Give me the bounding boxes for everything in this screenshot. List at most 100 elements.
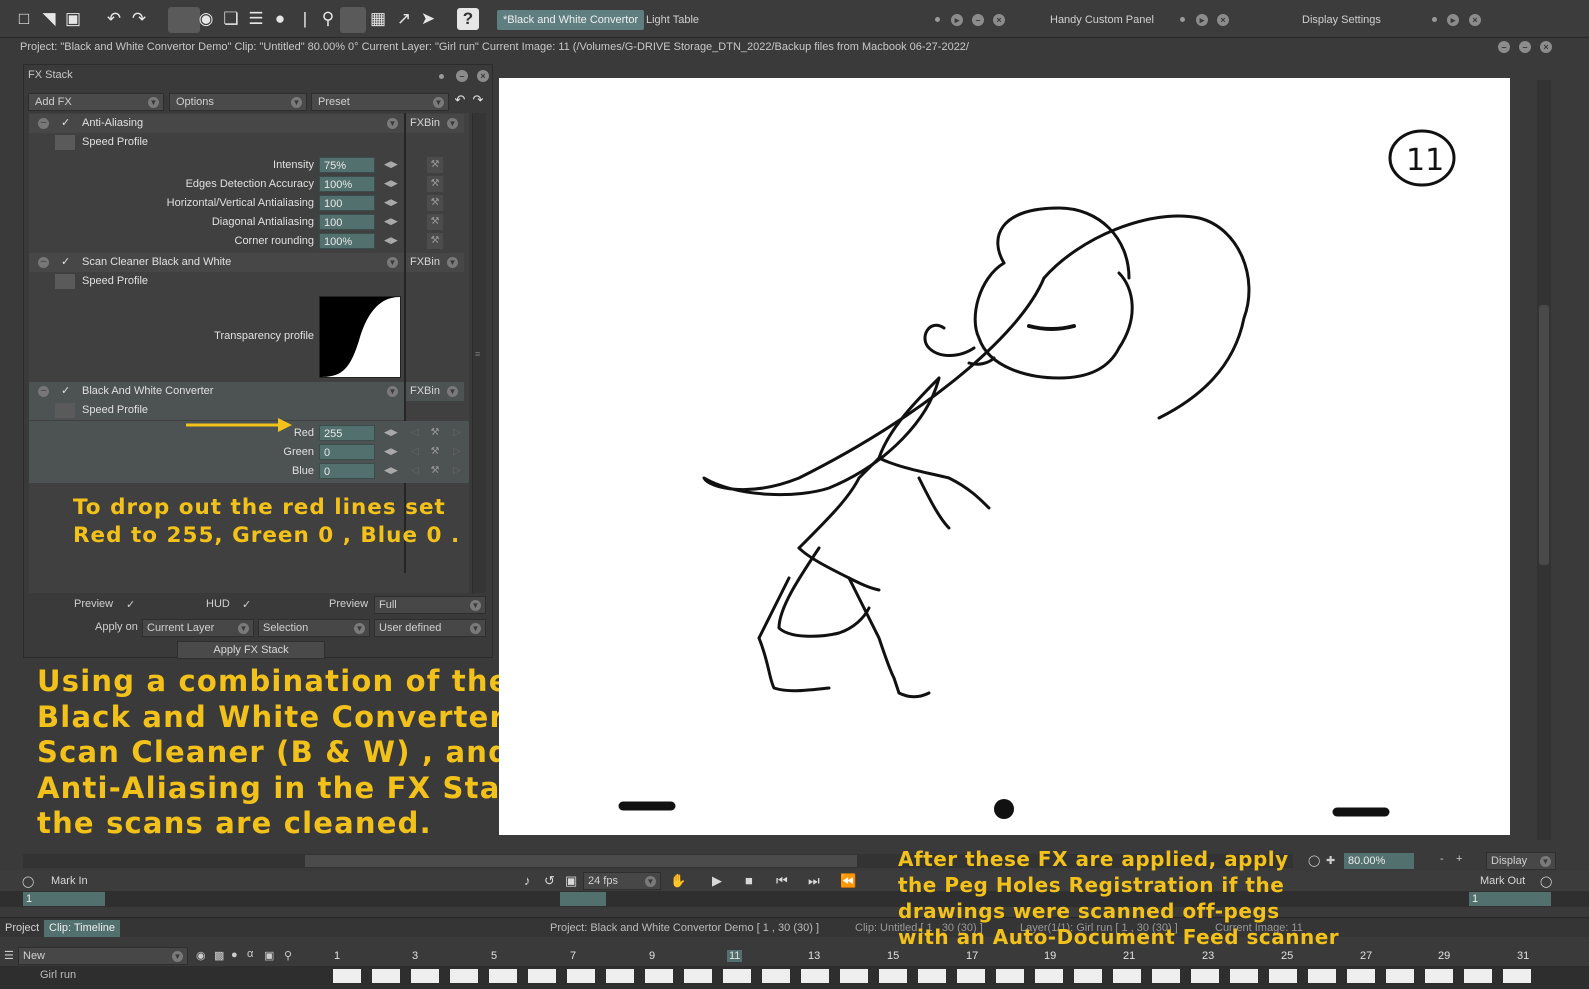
selection-dropdown[interactable]: Selection ▼ <box>258 619 370 637</box>
slider-arrows-icon[interactable]: ◀▶ <box>384 159 398 170</box>
prev-key-icon[interactable]: ◁ <box>411 465 419 476</box>
prev-frame-icon[interactable]: ⏪ <box>840 873 856 889</box>
speed-profile-row[interactable]: Speed Profile <box>29 133 404 152</box>
tab-light-table[interactable]: Light Table <box>640 10 705 30</box>
range-icon[interactable]: ▣ <box>565 873 577 889</box>
param-value-field[interactable]: 0 <box>319 444 375 460</box>
slider-arrows-icon[interactable]: ◀▶ <box>384 197 398 208</box>
zoom-field[interactable]: 80.00% <box>1344 853 1414 869</box>
options-dropdown[interactable]: Options ▼ <box>169 93 307 111</box>
transparency-curve[interactable] <box>319 296 401 378</box>
fps-dropdown[interactable]: 24 fps ▼ <box>583 872 661 890</box>
panel-menu-icon[interactable] <box>935 17 940 22</box>
scroll-thumb[interactable] <box>1539 305 1549 565</box>
library-icon[interactable]: ▦ <box>366 7 390 31</box>
viewer-vertical-scrollbar[interactable] <box>1537 80 1551 840</box>
save-icon[interactable]: ▣ <box>61 7 85 31</box>
panel-forward-icon[interactable]: ▸ <box>1196 14 1208 26</box>
param-value-field[interactable]: 100% <box>319 233 375 249</box>
mark-in-icon[interactable]: ◯ <box>22 875 34 888</box>
wrench-icon[interactable]: ⚒ <box>427 425 443 441</box>
loop-icon[interactable]: ↺ <box>544 873 555 889</box>
play-icon[interactable]: ▶ <box>712 873 722 889</box>
user-defined-dropdown[interactable]: User defined ▼ <box>374 619 486 637</box>
eye-icon[interactable]: ◉ <box>196 949 206 962</box>
speed-profile-checkbox[interactable] <box>55 274 75 289</box>
fx-scan-cleaner-header[interactable]: – ✓ Scan Cleaner Black and White ▼ <box>29 253 404 272</box>
wrench-icon[interactable]: ⚒ <box>427 157 443 173</box>
layer-cells[interactable] <box>333 969 1533 983</box>
fx-wand-icon[interactable] <box>340 7 366 33</box>
redo-icon[interactable]: ↷ <box>127 7 151 31</box>
preview-mode-dropdown[interactable]: Full ▼ <box>374 596 486 614</box>
fx-bw-converter-header[interactable]: – ✓ Black And White Converter ▼ <box>29 382 404 401</box>
next-key-icon[interactable]: ▷ <box>453 446 461 457</box>
alpha-icon[interactable]: α <box>247 948 253 960</box>
send-icon[interactable]: ➤ <box>416 7 440 31</box>
mark-out-icon[interactable]: ◯ <box>1540 875 1552 888</box>
speed-profile-row[interactable]: Speed Profile <box>29 272 404 291</box>
fxbin-dropdown[interactable]: FXBin ▼ <box>406 382 464 401</box>
collapse-icon[interactable]: – <box>38 118 49 129</box>
check-icon[interactable]: ✓ <box>61 255 70 268</box>
slider-arrows-icon[interactable]: ◀▶ <box>384 216 398 227</box>
new-layer-icon[interactable]: ☰ <box>4 949 14 962</box>
redo-icon[interactable]: ↷ <box>470 91 486 109</box>
fxbin-dropdown[interactable]: FXBin ▼ <box>406 114 464 133</box>
param-value-field[interactable]: 75% <box>319 157 375 173</box>
last-frame-icon[interactable]: ⏭ <box>808 873 820 889</box>
help-icon[interactable]: ? <box>457 8 479 30</box>
collapse-icon[interactable]: – <box>38 386 49 397</box>
wrench-icon[interactable]: ⚒ <box>427 444 443 460</box>
wrench-icon[interactable]: ⚒ <box>427 233 443 249</box>
next-key-icon[interactable]: ▷ <box>453 427 461 438</box>
chevron-down-icon[interactable]: ▼ <box>387 386 398 397</box>
panel-close-icon[interactable]: × <box>1540 41 1552 53</box>
current-frame-label[interactable]: 11 <box>727 950 743 962</box>
panel-close-icon[interactable]: × <box>993 14 1005 26</box>
magnifier-icon[interactable]: ⚲ <box>316 7 340 31</box>
pointer-icon[interactable]: | <box>293 7 317 31</box>
wrench-icon[interactable]: ⚒ <box>427 176 443 192</box>
chevron-down-icon[interactable]: ▼ <box>387 118 398 129</box>
collapse-icon[interactable]: – <box>38 257 49 268</box>
panel-minimize-icon[interactable]: – <box>1519 41 1531 53</box>
panel-menu-icon[interactable] <box>1180 17 1185 22</box>
zoom-in-icon[interactable]: + <box>1456 853 1462 865</box>
slider-arrows-icon[interactable]: ◀▶ <box>384 465 398 476</box>
zoom-out-icon[interactable]: - <box>1440 853 1444 865</box>
select-icon[interactable]: ▣ <box>264 949 274 962</box>
current-layer-dropdown[interactable]: Current Layer ▼ <box>142 619 254 637</box>
camera-viewer[interactable]: 11 <box>499 78 1510 835</box>
param-value-field[interactable]: 100 <box>319 214 375 230</box>
hand-icon[interactable]: ✋ <box>670 873 686 889</box>
tab-display-settings[interactable]: Display Settings <box>1296 10 1387 30</box>
panel-minimize-icon[interactable]: – <box>456 70 468 82</box>
check-icon[interactable]: ✓ <box>61 116 70 129</box>
param-value-field[interactable]: 100 <box>319 195 375 211</box>
preview-check-icon[interactable]: ✓ <box>126 598 135 611</box>
open-file-icon[interactable]: ◥ <box>37 7 61 31</box>
fx-scrollbar[interactable]: ≡ <box>472 113 486 593</box>
search-icon[interactable]: ⚲ <box>284 949 292 962</box>
lock-icon[interactable]: ▩ <box>214 949 224 962</box>
undo-icon[interactable]: ↶ <box>452 91 468 109</box>
preset-dropdown[interactable]: Preset ▼ <box>311 93 449 111</box>
param-value-field[interactable]: 0 <box>319 463 375 479</box>
tab-project[interactable]: Project <box>0 920 44 937</box>
panel-menu-icon[interactable] <box>1432 17 1437 22</box>
slider-arrows-icon[interactable]: ◀▶ <box>384 427 398 438</box>
graph-icon[interactable]: ↗ <box>392 7 416 31</box>
slider-arrows-icon[interactable]: ◀▶ <box>384 235 398 246</box>
new-layer-dropdown[interactable]: New ▼ <box>18 947 188 965</box>
apply-fx-stack-button[interactable]: Apply FX Stack <box>177 641 325 659</box>
panel-close-icon[interactable]: × <box>477 70 489 82</box>
fx-anti-aliasing-header[interactable]: – ✓ Anti-Aliasing ▼ <box>29 114 404 133</box>
next-key-icon[interactable]: ▷ <box>453 465 461 476</box>
current-frame-marker[interactable] <box>560 892 606 906</box>
mark-in-field[interactable]: 1 <box>23 892 105 906</box>
color-wheel-icon[interactable]: ◉ <box>194 7 218 31</box>
sound-icon[interactable]: ♪ <box>524 873 531 888</box>
param-value-field[interactable]: 255 <box>319 425 375 441</box>
panel-minimize-icon[interactable]: – <box>972 14 984 26</box>
